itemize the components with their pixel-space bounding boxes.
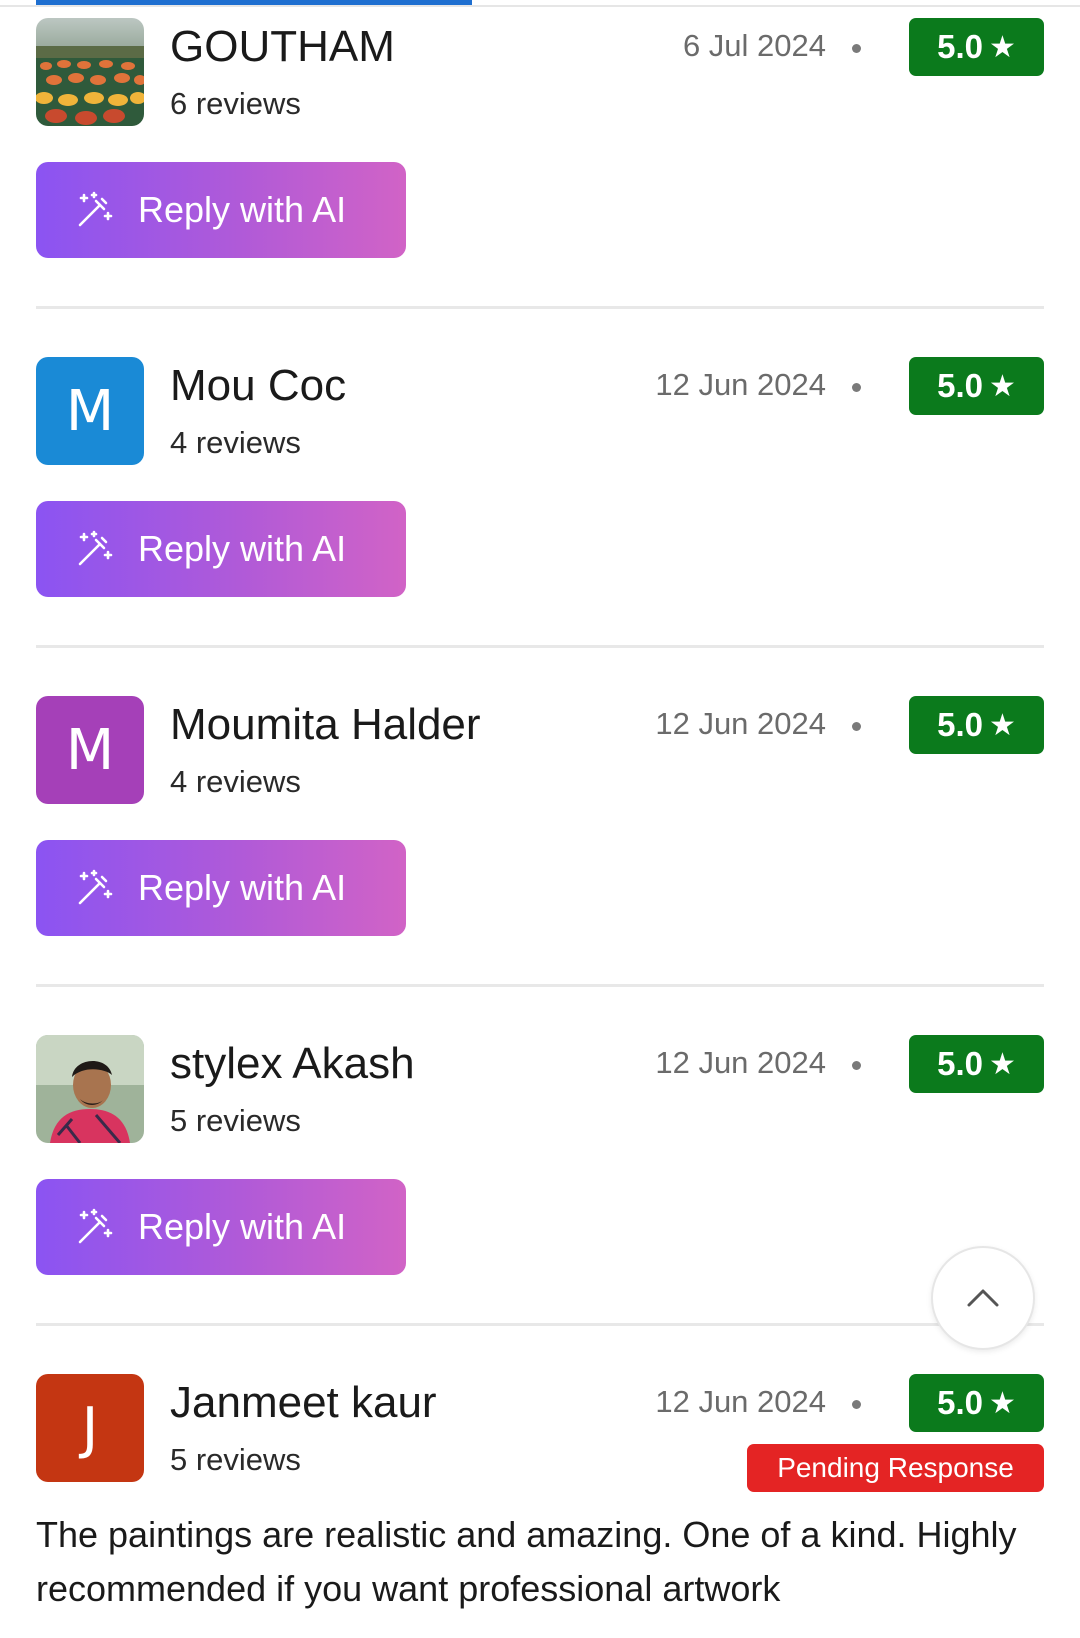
rating-value: 5.0 (937, 1045, 983, 1082)
rating-badge: 5.0 ★ (909, 696, 1044, 754)
reply-with-ai-button[interactable]: Reply with AI (36, 1179, 406, 1275)
star-icon: ★ (988, 1385, 1016, 1421)
avatar-letter: M (65, 717, 115, 783)
person-photo (36, 1035, 144, 1143)
separator-dot (852, 44, 861, 53)
review-date: 12 Jun 2024 (655, 367, 826, 402)
rating-badge: 5.0 ★ (909, 1035, 1044, 1093)
rating-value: 5.0 (937, 1384, 983, 1421)
avatar-letter: J (81, 1395, 99, 1461)
scroll-to-top-button[interactable] (931, 1246, 1035, 1350)
review-date: 12 Jun 2024 (655, 1045, 826, 1080)
avatar-letter: M (65, 378, 115, 444)
reviewer-name: Moumita Halder (170, 700, 481, 749)
chevron-up-icon (967, 1289, 999, 1307)
reply-button-label: Reply with AI (138, 867, 347, 908)
separator-dot (852, 383, 861, 392)
reviewer-name: Janmeet kaur (170, 1378, 437, 1427)
divider (36, 645, 1044, 648)
rating-value: 5.0 (937, 367, 983, 404)
star-icon: ★ (988, 368, 1016, 404)
review-date: 6 Jul 2024 (682, 28, 826, 63)
reviewer-name: GOUTHAM (170, 22, 395, 71)
tulip-field-photo (36, 18, 144, 126)
rating-badge: 5.0 ★ (909, 357, 1044, 415)
separator-dot (852, 1061, 861, 1070)
reply-button-label: Reply with AI (138, 1206, 347, 1247)
separator-dot (852, 722, 861, 731)
reply-button-label: Reply with AI (138, 528, 347, 569)
avatar[interactable]: J (36, 1374, 144, 1482)
reply-with-ai-button[interactable]: Reply with AI (36, 162, 406, 258)
top-divider (0, 5, 1080, 7)
star-icon: ★ (988, 707, 1016, 743)
magic-wand-icon (74, 867, 116, 909)
review-count: 4 reviews (170, 764, 301, 799)
magic-wand-icon (74, 189, 116, 231)
reviewer-name: stylex Akash (170, 1039, 415, 1088)
rating-value: 5.0 (937, 706, 983, 743)
rating-badge: 5.0 ★ (909, 18, 1044, 76)
separator-dot (852, 1400, 861, 1409)
active-tab-indicator (36, 0, 472, 5)
review-count: 6 reviews (170, 86, 301, 121)
reply-button-label: Reply with AI (138, 189, 347, 230)
review-count: 5 reviews (170, 1442, 301, 1477)
avatar[interactable] (36, 1035, 144, 1143)
magic-wand-icon (74, 1206, 116, 1248)
reviewer-name: Mou Coc (170, 361, 347, 410)
reply-with-ai-button[interactable]: Reply with AI (36, 501, 406, 597)
divider (36, 984, 1044, 987)
review-date: 12 Jun 2024 (655, 706, 826, 741)
review-count: 5 reviews (170, 1103, 301, 1138)
rating-value: 5.0 (937, 28, 983, 65)
star-icon: ★ (988, 29, 1016, 65)
pending-response-badge: Pending Response (747, 1444, 1044, 1492)
avatar[interactable]: M (36, 696, 144, 804)
review-text: The paintings are realistic and amazing.… (36, 1514, 1017, 1609)
star-icon: ★ (988, 1046, 1016, 1082)
divider (36, 306, 1044, 309)
review-count: 4 reviews (170, 425, 301, 460)
divider (36, 1323, 1044, 1326)
rating-badge: 5.0 ★ (909, 1374, 1044, 1432)
reply-with-ai-button[interactable]: Reply with AI (36, 840, 406, 936)
avatar[interactable] (36, 18, 144, 126)
review-date: 12 Jun 2024 (655, 1384, 826, 1419)
avatar[interactable]: M (36, 357, 144, 465)
magic-wand-icon (74, 528, 116, 570)
